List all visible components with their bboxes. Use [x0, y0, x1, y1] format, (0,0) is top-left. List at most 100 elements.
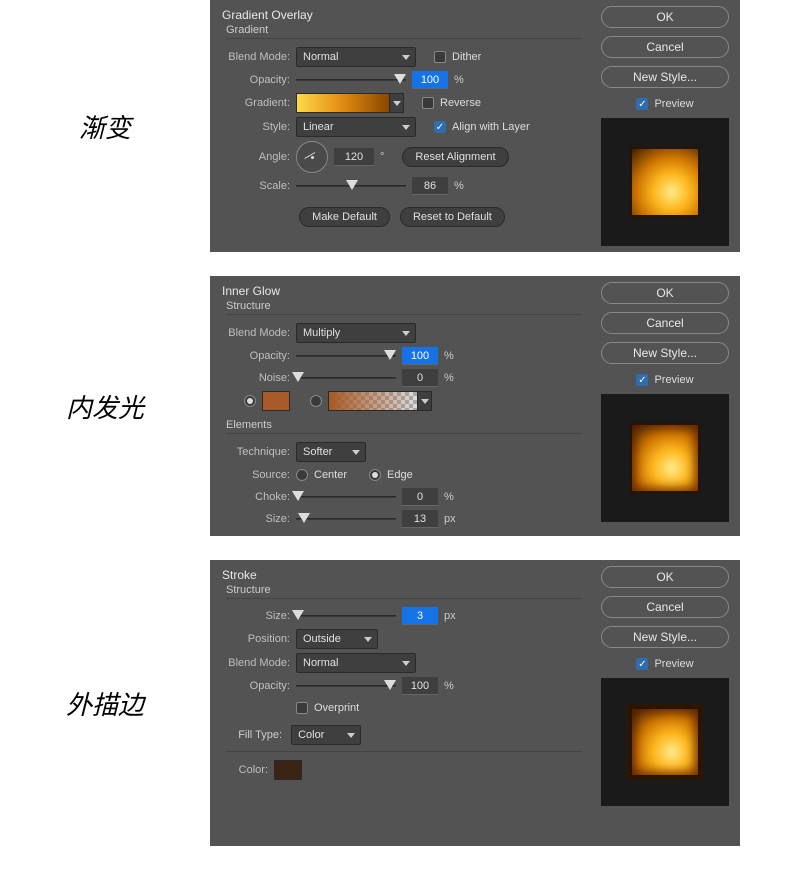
label-opacity-ig: Opacity:: [222, 350, 290, 362]
stroke-panel: Stroke Structure Size: 3 px Position: Ou…: [210, 560, 740, 846]
label-angle: Angle:: [222, 151, 290, 163]
blend-mode-select[interactable]: Normal: [296, 47, 416, 67]
dither-label: Dither: [452, 51, 481, 63]
ok-button[interactable]: OK: [601, 6, 729, 28]
label-fill-type: Fill Type:: [226, 729, 282, 741]
opacity-input-ig[interactable]: 100: [402, 347, 438, 365]
position-select[interactable]: Outside: [296, 629, 378, 649]
align-label: Align with Layer: [452, 121, 530, 133]
opacity-input[interactable]: 100: [412, 71, 448, 89]
new-style-button[interactable]: New Style...: [601, 626, 729, 648]
style-select[interactable]: Linear: [296, 117, 416, 137]
label-gradient: Gradient:: [222, 97, 290, 109]
label-choke: Choke:: [222, 491, 290, 503]
overprint-checkbox[interactable]: [296, 702, 308, 714]
preview-checkbox[interactable]: ✓: [636, 98, 648, 110]
unit-pct: %: [454, 74, 464, 86]
preview-checkbox[interactable]: ✓: [636, 658, 648, 670]
cancel-button[interactable]: Cancel: [601, 596, 729, 618]
panel-title-ig: Inner Glow: [214, 282, 590, 300]
opacity-slider-ig[interactable]: [296, 347, 396, 365]
source-edge-radio[interactable]: [369, 469, 381, 481]
source-edge-label: Edge: [387, 469, 413, 481]
preview-box: [601, 678, 729, 806]
reverse-label: Reverse: [440, 97, 481, 109]
ok-button[interactable]: OK: [601, 282, 729, 304]
chevron-down-icon[interactable]: [417, 392, 431, 410]
noise-input[interactable]: 0: [402, 369, 438, 387]
glow-gradient-picker[interactable]: [328, 391, 432, 411]
size-slider-ig[interactable]: [296, 510, 396, 528]
preview-label: Preview: [654, 374, 693, 386]
new-style-button[interactable]: New Style...: [601, 66, 729, 88]
choke-slider[interactable]: [296, 488, 396, 506]
cn-label-gradient: 渐变: [0, 108, 210, 145]
preview-swatch: [630, 423, 700, 493]
dither-checkbox[interactable]: [434, 51, 446, 63]
preview-label: Preview: [654, 658, 693, 670]
angle-input[interactable]: 120: [334, 148, 374, 166]
label-style: Style:: [222, 121, 290, 133]
sub-structure: Structure: [226, 300, 582, 315]
preview-label: Preview: [654, 98, 693, 110]
align-checkbox[interactable]: ✓: [434, 121, 446, 133]
cancel-button[interactable]: Cancel: [601, 312, 729, 334]
preview-swatch: [630, 147, 700, 217]
reverse-checkbox[interactable]: [422, 97, 434, 109]
scale-input[interactable]: 86: [412, 177, 448, 195]
fill-type-select[interactable]: Color: [291, 725, 361, 745]
opacity-slider-st[interactable]: [296, 677, 396, 695]
reset-default-button[interactable]: Reset to Default: [400, 207, 505, 227]
glow-color-swatch[interactable]: [262, 391, 290, 411]
innerglow-panel: Inner Glow Structure Blend Mode: Multipl…: [210, 276, 740, 536]
stroke-color-swatch[interactable]: [274, 760, 302, 780]
label-blend-mode-ig: Blend Mode:: [222, 327, 290, 339]
color-radio[interactable]: [244, 395, 256, 407]
label-blend-mode: Blend Mode:: [222, 51, 290, 63]
label-position: Position:: [222, 633, 290, 645]
gradient-picker[interactable]: [296, 93, 404, 113]
gradient-panel: Gradient Overlay Gradient Blend Mode: No…: [210, 0, 740, 252]
size-input-ig[interactable]: 13: [402, 510, 438, 528]
label-source: Source:: [222, 469, 290, 481]
label-technique: Technique:: [222, 446, 290, 458]
opacity-slider[interactable]: [296, 71, 406, 89]
new-style-button[interactable]: New Style...: [601, 342, 729, 364]
noise-slider[interactable]: [296, 369, 396, 387]
size-input-st[interactable]: 3: [402, 607, 438, 625]
sub-title-gradient: Gradient: [226, 24, 582, 39]
technique-select[interactable]: Softer: [296, 442, 366, 462]
label-blend-mode-st: Blend Mode:: [222, 657, 290, 669]
scale-slider[interactable]: [296, 177, 406, 195]
size-slider-st[interactable]: [296, 607, 396, 625]
label-opacity-st: Opacity:: [222, 680, 290, 692]
chevron-down-icon[interactable]: [389, 94, 403, 112]
cancel-button[interactable]: Cancel: [601, 36, 729, 58]
preview-checkbox[interactable]: ✓: [636, 374, 648, 386]
label-size-st: Size:: [222, 610, 290, 622]
preview-swatch: [630, 707, 700, 777]
make-default-button[interactable]: Make Default: [299, 207, 390, 227]
reset-alignment-button[interactable]: Reset Alignment: [402, 147, 508, 167]
label-color-st: Color:: [222, 764, 268, 776]
source-center-radio[interactable]: [296, 469, 308, 481]
cn-label-innerglow: 内发光: [0, 388, 210, 425]
blend-mode-select-ig[interactable]: Multiply: [296, 323, 416, 343]
choke-input[interactable]: 0: [402, 488, 438, 506]
preview-box: [601, 394, 729, 522]
sub-elements: Elements: [226, 419, 582, 434]
ok-button[interactable]: OK: [601, 566, 729, 588]
opacity-input-st[interactable]: 100: [402, 677, 438, 695]
source-center-label: Center: [314, 469, 347, 481]
panel-title-stroke: Stroke: [214, 566, 590, 584]
preview-box: [601, 118, 729, 246]
unit-pct2: %: [454, 180, 464, 192]
blend-mode-select-st[interactable]: Normal: [296, 653, 416, 673]
panel-title: Gradient Overlay: [214, 6, 590, 24]
label-opacity: Opacity:: [222, 74, 290, 86]
unit-deg: °: [380, 151, 384, 163]
label-noise: Noise:: [222, 372, 290, 384]
angle-dial[interactable]: [296, 141, 328, 173]
gradient-radio[interactable]: [310, 395, 322, 407]
label-size-ig: Size:: [222, 513, 290, 525]
